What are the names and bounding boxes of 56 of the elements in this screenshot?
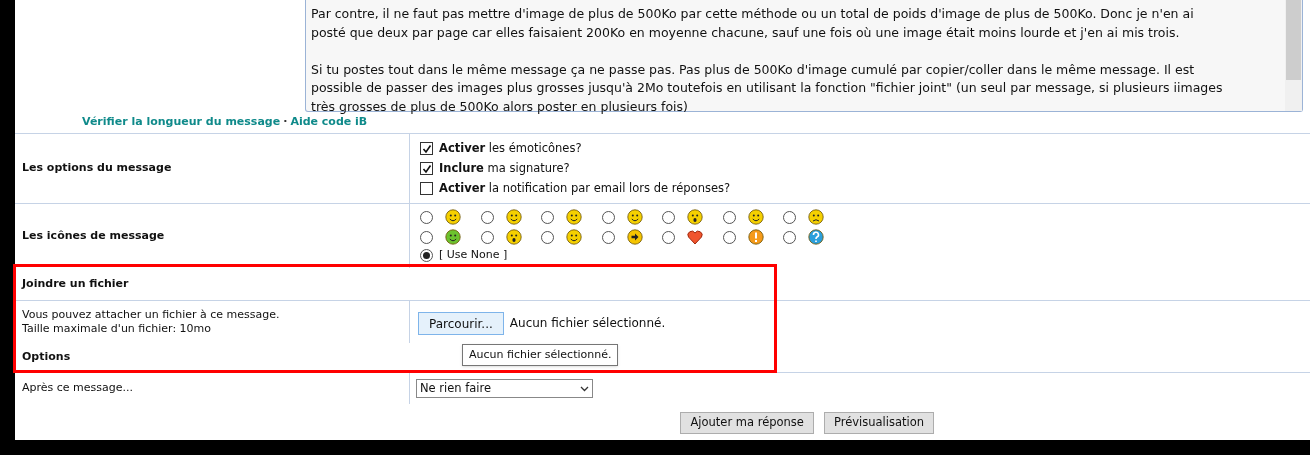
radio-button[interactable] [420, 248, 433, 262]
smiley-icon [505, 229, 522, 245]
message-paragraph: Par contre, il ne faut pas mettre d'image de plus de 500Ko par cette méthode ou un total de poids d'image de plus de 500Ko. Donc je n'en ai posté que deux par page car elles faisaient 200Ko en moyenne chacune, sauf une fois où une image était moins lourde et j'en ai mis trois. [311, 5, 1195, 42]
help-text: Vous pouvez attacher un fichier à ce message. [22, 308, 281, 322]
warning-icon [747, 229, 764, 245]
checkbox[interactable] [420, 182, 433, 195]
checkbox-label: Inclure ma signature? [439, 159, 570, 177]
smiley-icon [566, 229, 582, 245]
smiley-icon [747, 209, 764, 225]
radio-button[interactable] [783, 210, 796, 224]
radio-button[interactable] [722, 230, 736, 244]
radio-button[interactable] [480, 230, 494, 244]
radio-button[interactable] [420, 230, 433, 244]
separator: · [283, 114, 288, 131]
smiley-icon [687, 209, 703, 225]
radio-button[interactable] [541, 210, 554, 224]
section-heading: Options [22, 349, 71, 366]
form-button[interactable]: Prévisualisation [823, 412, 934, 434]
section-heading: Joindre un fichier [22, 275, 129, 292]
file-status: Aucun fichier sélectionné. [509, 315, 666, 332]
message-paragraph: Si tu postes tout dans le même message ça ne passe pas. Pas plus de 500Ko d'image cumulé par copier/coller dans le même message. Il est possible de passer des images plus grosses jusqu'à 2Mo toutefois en utilisant la fonction "fichier joint" (un seul par message, si plusieurs iimages très grosses de plus de 500Ko alors poster en plusieurs fois) [311, 60, 1224, 116]
row-label: Les icônes de message [22, 227, 165, 244]
help-text: Taille maximale d'un fichier: 10mo [22, 322, 213, 336]
smiley-icon [566, 209, 582, 225]
message-textarea[interactable] [305, 0, 1303, 112]
radio-button[interactable] [662, 230, 675, 244]
radio-button[interactable] [662, 210, 675, 224]
heart-icon [687, 229, 703, 245]
link[interactable]: Vérifier la longueur du message [82, 114, 281, 131]
link[interactable]: Aide code iB [290, 114, 368, 131]
question-icon [808, 229, 824, 245]
smiley-icon [445, 209, 461, 225]
smiley-icon [505, 209, 522, 225]
radio-button[interactable] [722, 210, 736, 224]
chevron-icon [580, 385, 589, 392]
radio-button[interactable] [420, 210, 433, 224]
radio-button[interactable] [541, 230, 554, 244]
checkbox[interactable] [420, 142, 433, 155]
checkbox[interactable] [420, 162, 433, 175]
checkbox-label: Activer les émoticônes? [439, 139, 582, 157]
smiley-icon [445, 229, 461, 245]
browse-button[interactable]: Parcourir... [418, 312, 504, 335]
radio-label: [ Use None ] [439, 246, 508, 263]
tooltip: Aucun fichier sélectionné. [462, 344, 619, 366]
checkbox-label: Activer la notification par email lors de réponses? [439, 179, 731, 197]
smiley-icon [626, 209, 643, 225]
row-label: Après ce message... [22, 380, 134, 397]
smiley-icon [808, 209, 824, 225]
radio-button[interactable] [783, 230, 796, 244]
row-label: Les options du message [22, 160, 172, 177]
radio-button[interactable] [601, 230, 615, 244]
form-button[interactable]: Ajouter ma réponse [680, 412, 814, 434]
dropdown[interactable]: Ne rien faire [416, 379, 593, 398]
radio-button[interactable] [480, 210, 494, 224]
scrollbar[interactable] [1285, 0, 1302, 111]
radio-button[interactable] [601, 210, 615, 224]
